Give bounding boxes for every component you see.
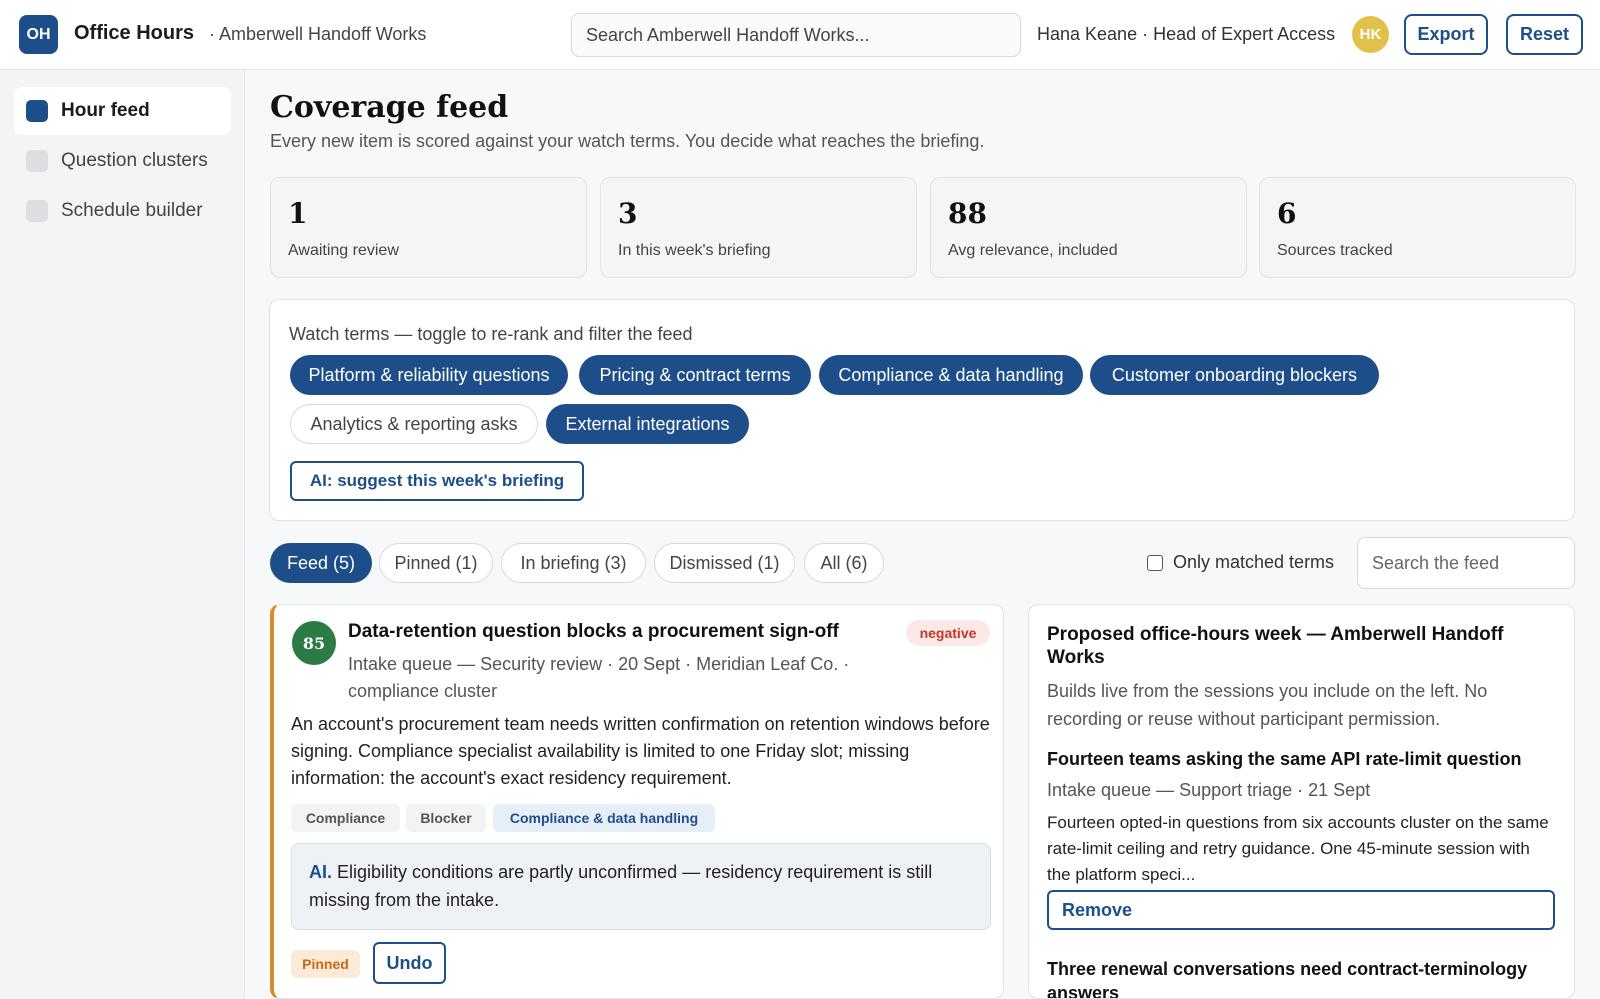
workspace-name: · Amberwell Handoff Works	[209, 24, 427, 44]
undo-button[interactable]: Undo	[373, 942, 446, 984]
stat-value: 88	[948, 197, 987, 230]
app-name: Office Hours	[74, 22, 195, 44]
feed-search-input[interactable]: Search the feed	[1357, 537, 1575, 589]
feed-item-title[interactable]: Data-retention question blocks a procure…	[348, 621, 839, 643]
stat-label: Sources tracked	[1277, 242, 1393, 259]
page-subtitle: Every new item is scored against your wa…	[270, 131, 985, 151]
sidebar-item-label: Schedule builder	[61, 200, 203, 221]
stat-card-in-briefing: 3 In this week's briefing	[600, 177, 917, 278]
watch-term-chip[interactable]: Compliance & data handling	[819, 355, 1083, 395]
reset-button[interactable]: Reset	[1506, 14, 1583, 55]
global-search-input[interactable]: Search Amberwell Handoff Works...	[571, 13, 1021, 57]
feed-item-card[interactable]: 85 Data-retention question blocks a proc…	[270, 604, 1004, 999]
briefing-item-title: Three renewal conversations need contrac…	[1047, 959, 1528, 999]
nav-square-icon	[26, 150, 48, 172]
sidebar-item-schedule-builder[interactable]: Schedule builder	[14, 187, 231, 235]
watch-term-chip[interactable]: Pricing & contract terms	[579, 355, 811, 395]
only-matched-label: Only matched terms	[1173, 552, 1335, 572]
sidebar-item-hour-feed[interactable]: Hour feed	[14, 87, 231, 135]
tab-pinned[interactable]: Pinned (1)	[379, 543, 493, 583]
watch-terms-card: Watch terms — toggle to re-rank and filt…	[269, 299, 1575, 521]
ai-suggest-briefing-button[interactable]: AI: suggest this week's briefing	[290, 461, 584, 501]
watch-terms-title: Watch terms — toggle to re-rank and filt…	[289, 324, 693, 344]
stat-label: Awaiting review	[288, 242, 399, 259]
stat-card-avg-relevance: 88 Avg relevance, included	[930, 177, 1247, 278]
sidebar: Hour feed Question clusters Schedule bui…	[0, 70, 245, 999]
sidebar-item-label: Question clusters	[61, 150, 208, 171]
nav-square-icon	[26, 100, 48, 122]
stat-label: In this week's briefing	[618, 242, 771, 259]
stat-label: Avg relevance, included	[948, 242, 1118, 259]
app-logo[interactable]: OH	[19, 15, 58, 54]
relevance-score-badge: 85	[292, 621, 336, 665]
watch-term-chip[interactable]: Customer onboarding blockers	[1090, 355, 1379, 395]
tag: Compliance	[291, 804, 400, 832]
top-bar: OH Office Hours · Amberwell Handoff Work…	[0, 0, 1600, 70]
tab-dismissed[interactable]: Dismissed (1)	[654, 543, 795, 583]
watch-term-chip[interactable]: External integrations	[546, 404, 749, 444]
stat-value: 6	[1277, 197, 1297, 230]
watch-term-chip[interactable]: Analytics & reporting asks	[290, 404, 538, 444]
ai-note-prefix: AI.	[309, 862, 333, 882]
briefing-subtitle: Builds live from the sessions you includ…	[1047, 681, 1488, 729]
stat-value: 1	[288, 197, 308, 230]
feed-item-meta: Intake queue — Security review · 20 Sept…	[348, 654, 850, 701]
briefing-item-title: Fourteen teams asking the same API rate-…	[1047, 749, 1522, 769]
stat-value: 3	[618, 197, 638, 230]
checkbox[interactable]	[1147, 554, 1163, 571]
pinned-status-badge: Pinned	[291, 950, 360, 978]
user-avatar[interactable]: HK	[1352, 16, 1389, 53]
briefing-title: Proposed office-hours week — Amberwell H…	[1047, 624, 1504, 668]
matched-term-tag: Compliance & data handling	[493, 804, 715, 832]
tag: Blocker	[406, 804, 486, 832]
sentiment-badge: negative	[906, 620, 990, 646]
watch-term-chip[interactable]: Platform & reliability questions	[290, 355, 568, 395]
tab-feed[interactable]: Feed (5)	[270, 543, 372, 583]
briefing-item-meta: Intake queue — Support triage · 21 Sept	[1047, 780, 1371, 800]
ai-note: AI. Eligibility conditions are partly un…	[291, 843, 991, 930]
user-identity: Hana Keane · Head of Expert Access	[1037, 24, 1336, 44]
page-title: Coverage feed	[270, 90, 509, 125]
remove-from-briefing-button[interactable]: Remove	[1047, 890, 1555, 930]
ai-note-text: Eligibility conditions are partly unconf…	[309, 862, 933, 910]
tab-in-briefing[interactable]: In briefing (3)	[501, 543, 646, 583]
tab-all[interactable]: All (6)	[804, 543, 884, 583]
only-matched-toggle[interactable]: Only matched terms	[1147, 552, 1334, 573]
export-button[interactable]: Export	[1404, 14, 1488, 55]
sidebar-item-label: Hour feed	[61, 100, 150, 121]
stat-card-sources-tracked: 6 Sources tracked	[1259, 177, 1576, 278]
nav-square-icon	[26, 200, 48, 222]
feed-item-body: An account's procurement team needs writ…	[291, 714, 990, 788]
briefing-panel: Proposed office-hours week — Amberwell H…	[1028, 604, 1575, 999]
sidebar-item-question-clusters[interactable]: Question clusters	[14, 137, 231, 185]
briefing-item-body: Fourteen opted-in questions from six acc…	[1047, 813, 1549, 884]
stat-card-awaiting-review: 1 Awaiting review	[270, 177, 587, 278]
